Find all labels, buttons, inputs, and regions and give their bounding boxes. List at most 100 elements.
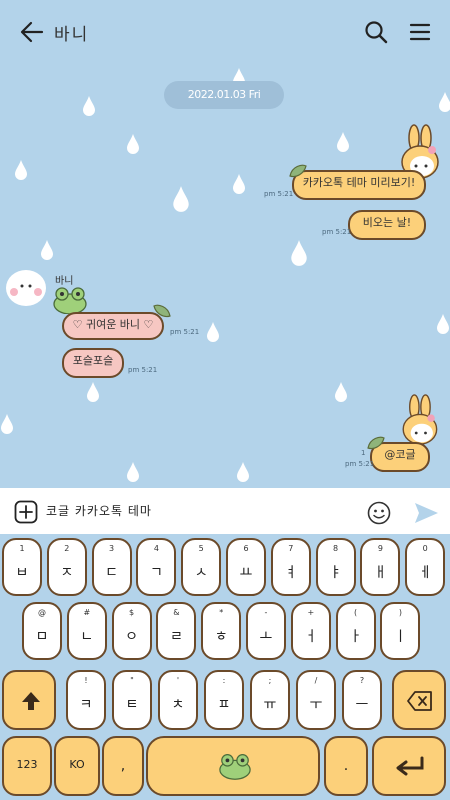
leaf-icon — [289, 164, 307, 178]
key-ㅗ[interactable]: -ㅗ — [246, 602, 286, 660]
message-time: pm 5:21 — [264, 190, 294, 198]
key-label: ㅊ — [171, 697, 185, 713]
key-hint: $ — [129, 608, 135, 617]
key-ㅈ[interactable]: 2ㅈ — [46, 538, 87, 596]
key-ㅍ[interactable]: :ㅍ — [204, 670, 244, 730]
key-ㅣ[interactable]: ) ㅣ — [380, 602, 421, 660]
key-label: ㅎ — [214, 629, 228, 645]
numbers-key-label: 123 — [16, 758, 38, 771]
key-ㅐ[interactable]: 9ㅐ — [360, 538, 401, 596]
key-ㄹ[interactable]: & ㄹ — [156, 602, 197, 660]
shift-key[interactable] — [2, 670, 56, 730]
key-label: ㅇ — [125, 629, 139, 645]
message-time: pm 5:21 — [345, 460, 375, 468]
key-ㅎ[interactable]: * ㅎ — [201, 602, 242, 660]
key-hint: ! — [84, 676, 88, 685]
message-bubble-out[interactable]: 비오는 날! — [348, 210, 426, 240]
key-ㅌ[interactable]: " ㅌ — [112, 670, 152, 730]
key-hint: 3 — [109, 544, 115, 553]
key-hint: ; — [268, 676, 272, 685]
key-hint: 6 — [243, 544, 249, 553]
backspace-key[interactable] — [392, 670, 446, 730]
key-ㄷ[interactable]: 3ㄷ — [91, 538, 132, 596]
key-ㅏ[interactable]: (ㅏ — [335, 602, 376, 660]
numbers-key[interactable]: 123 — [2, 736, 52, 796]
key-label: ㅣ — [393, 629, 407, 645]
language-key[interactable]: KO — [54, 736, 100, 796]
message-text: 카카오톡 테마 미리보기! — [302, 176, 416, 189]
key-ㅊ[interactable]: ' ㅊ — [158, 670, 198, 730]
friend-avatar[interactable] — [4, 268, 48, 308]
key-hint: * — [219, 608, 224, 617]
key-label: ㅁ — [35, 629, 49, 645]
key-hint: 1 — [19, 544, 25, 553]
message-time: pm 5:21 — [128, 366, 158, 374]
raindrop-icon — [127, 462, 139, 482]
message-text: 포슬포슬 — [72, 354, 114, 367]
key-ㅔ[interactable]: 0ㅔ — [405, 538, 446, 596]
message-bubble-in[interactable]: 포슬포슬 — [62, 348, 124, 378]
key-ㅜ[interactable]: / ㅜ — [296, 670, 336, 730]
key-label: ㅗ — [259, 629, 273, 645]
key-ㅋ[interactable]: ! ㅋ — [66, 670, 106, 730]
key-ㅁ[interactable]: @ ㅁ — [22, 602, 62, 660]
key-ㅛ[interactable]: 6ㅛ — [226, 538, 266, 596]
key-ㅅ[interactable]: 5ㅅ — [181, 538, 222, 596]
key-ㅇ[interactable]: $ ㅇ — [111, 602, 152, 660]
enter-arrow-icon — [396, 756, 424, 776]
key-label: ㅂ — [15, 565, 29, 581]
hamburger-menu-icon[interactable] — [406, 18, 434, 46]
keyboard: 123 KO , . 1 ㅂ 2 ㅈ 3 ㄷ 4 ㄱ 5 ㅅ 6 ㅛ 7 ㅕ 8 ㅑ 9 ㅐ 0 ㅔ @ ㅁ # ㄴ $ ㅇ & ㄹ *… — [0, 534, 450, 800]
raindrop-icon — [15, 160, 27, 180]
message-time: pm 5:21 — [322, 228, 352, 236]
back-arrow-icon[interactable] — [18, 18, 46, 46]
key-hint: 9 — [377, 544, 383, 553]
chat-area[interactable]: 2022.01.03 Fri 카카오톡 테마 미리보기! pm 5:21 비오는… — [0, 64, 450, 488]
search-icon[interactable] — [362, 18, 390, 46]
message-bubble-in[interactable]: ♡ 귀여운 바니 ♡ — [62, 312, 164, 340]
key-ㅓ[interactable]: + ㅓ — [290, 602, 331, 660]
key-hint: ? — [359, 676, 365, 685]
shift-arrow-icon — [22, 692, 40, 710]
message-bubble-out[interactable]: 카카오톡 테마 미리보기! — [292, 170, 426, 200]
space-key[interactable] — [146, 736, 320, 796]
key-ㄱ[interactable]: 4ㄱ — [136, 538, 177, 596]
key-hint: 8 — [333, 544, 339, 553]
chat-header: 바니 — [0, 0, 450, 64]
period-key-label: . — [343, 758, 349, 774]
raindrop-icon — [207, 322, 219, 342]
key-ㅕ[interactable]: 7ㅕ — [270, 538, 311, 596]
key-ㅡ[interactable]: ? ㅡ — [342, 670, 382, 730]
raindrop-icon — [173, 186, 189, 212]
send-icon[interactable] — [412, 499, 440, 527]
key-label: ㄱ — [149, 565, 163, 581]
key-hint: : — [222, 676, 226, 685]
key-hint: @ — [38, 608, 46, 617]
plus-icon[interactable] — [14, 500, 38, 524]
key-label: ㅈ — [60, 565, 74, 581]
period-key[interactable]: . — [324, 736, 368, 796]
emoji-icon[interactable] — [366, 500, 392, 526]
key-hint: ) — [398, 608, 402, 617]
key-ㄴ[interactable]: # ㄴ — [66, 602, 107, 660]
key-hint: / — [314, 676, 318, 685]
raindrop-icon — [437, 314, 449, 334]
message-text: ♡ 귀여운 바니 ♡ — [72, 318, 154, 331]
comma-key[interactable]: , — [102, 736, 144, 796]
key-ㅑ[interactable]: 8ㅑ — [315, 538, 356, 596]
raindrop-icon — [233, 174, 245, 194]
raindrop-icon — [337, 132, 349, 152]
raindrop-icon — [237, 462, 249, 482]
key-label: ㅡ — [355, 697, 369, 713]
message-input[interactable]: 코글 카카오톡 테마 — [46, 502, 152, 519]
raindrop-icon — [83, 96, 95, 116]
key-ㅂ[interactable]: 1ㅂ — [2, 538, 42, 596]
unread-count: 1 — [361, 449, 366, 457]
key-hint: 4 — [153, 544, 159, 553]
enter-key[interactable] — [372, 736, 446, 796]
key-label: ㅅ — [194, 565, 208, 581]
raindrop-icon — [41, 240, 53, 260]
key-ㅠ[interactable]: ; ㅠ — [250, 670, 290, 730]
key-label: ㅑ — [329, 565, 343, 581]
frog-sticker-icon — [53, 287, 87, 314]
